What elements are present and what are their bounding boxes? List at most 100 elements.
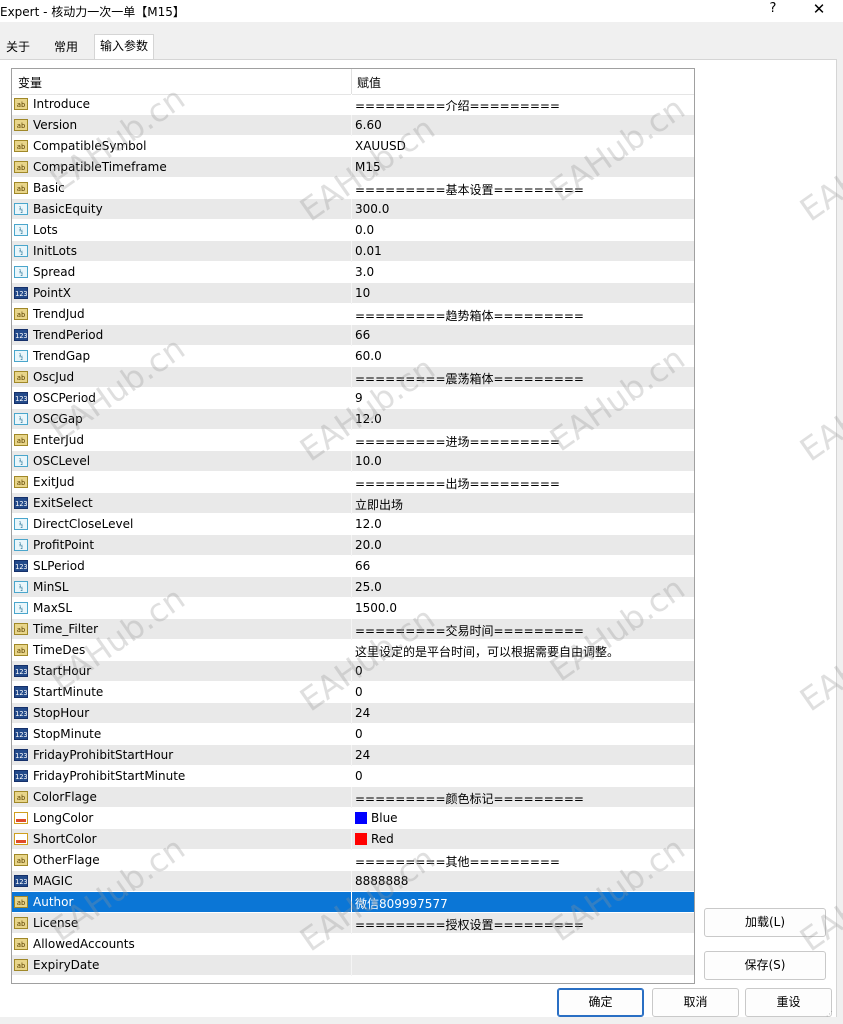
tab-about[interactable]: 关于: [1, 36, 35, 59]
table-row[interactable]: ab OscJud =========震荡箱体=========: [12, 367, 694, 388]
table-row[interactable]: LongColor Blue: [12, 808, 694, 829]
variable-value[interactable]: 24: [355, 706, 370, 720]
table-row[interactable]: 123 StopHour 24: [12, 703, 694, 724]
cancel-button[interactable]: 取消: [652, 988, 739, 1017]
table-row[interactable]: 123 PointX 10: [12, 283, 694, 304]
column-header-variable[interactable]: 变量: [18, 74, 42, 91]
table-row[interactable]: ab Author 微信809997577: [12, 892, 694, 913]
variable-value[interactable]: Blue: [355, 811, 398, 825]
variable-value[interactable]: 3.0: [355, 265, 374, 279]
table-row[interactable]: 123 FridayProhibitStartMinute 0: [12, 766, 694, 787]
table-row[interactable]: ShortColor Red: [12, 829, 694, 850]
table-row[interactable]: ½ Spread 3.0: [12, 262, 694, 283]
tab-inputs[interactable]: 输入参数: [94, 34, 155, 61]
table-row[interactable]: ab EnterJud =========进场=========: [12, 430, 694, 451]
tab-common[interactable]: 常用: [49, 36, 83, 59]
table-row[interactable]: ab AllowedAccounts: [12, 934, 694, 955]
table-row[interactable]: 123 ExitSelect 立即出场: [12, 493, 694, 514]
save-button[interactable]: 保存(S): [704, 951, 826, 980]
variable-value[interactable]: 20.0: [355, 538, 382, 552]
variable-value[interactable]: 立即出场: [355, 496, 403, 513]
variable-value[interactable]: 66: [355, 559, 370, 573]
variable-value[interactable]: 0: [355, 685, 363, 699]
variable-value[interactable]: =========基本设置=========: [355, 181, 584, 198]
variable-value[interactable]: =========趋势箱体=========: [355, 307, 584, 324]
close-button[interactable]: ✕: [810, 0, 828, 18]
table-row[interactable]: ½ MinSL 25.0: [12, 577, 694, 598]
variable-value[interactable]: 10: [355, 286, 370, 300]
variable-value[interactable]: 25.0: [355, 580, 382, 594]
variable-value[interactable]: M15: [355, 160, 381, 174]
column-header-value[interactable]: 赋值: [357, 74, 381, 91]
table-row[interactable]: 123 OSCPeriod 9: [12, 388, 694, 409]
variable-value[interactable]: 这里设定的是平台时间，可以根据需要自由调整。: [355, 643, 619, 660]
table-row[interactable]: ab Introduce =========介绍=========: [12, 94, 694, 115]
table-row[interactable]: ½ TrendGap 60.0: [12, 346, 694, 367]
variable-value[interactable]: 6.60: [355, 118, 382, 132]
table-row[interactable]: ab ExpiryDate: [12, 955, 694, 976]
variable-value[interactable]: 0: [355, 664, 363, 678]
variable-value[interactable]: 300.0: [355, 202, 389, 216]
ok-button[interactable]: 确定: [557, 988, 644, 1017]
table-row[interactable]: ab Basic =========基本设置=========: [12, 178, 694, 199]
table-row[interactable]: ½ Lots 0.0: [12, 220, 694, 241]
table-row[interactable]: ½ OSCGap 12.0: [12, 409, 694, 430]
load-button[interactable]: 加载(L): [704, 908, 826, 937]
integer-type-icon: 123: [14, 329, 28, 341]
table-row[interactable]: 123 MAGIC 8888888: [12, 871, 694, 892]
variable-value[interactable]: =========交易时间=========: [355, 622, 584, 639]
string-type-icon: ab: [14, 476, 28, 488]
table-row[interactable]: 123 StartHour 0: [12, 661, 694, 682]
variable-value[interactable]: 12.0: [355, 517, 382, 531]
table-row[interactable]: ab License =========授权设置=========: [12, 913, 694, 934]
variable-value[interactable]: 1500.0: [355, 601, 397, 615]
table-row[interactable]: ½ OSCLevel 10.0: [12, 451, 694, 472]
table-row[interactable]: ab TimeDes 这里设定的是平台时间，可以根据需要自由调整。: [12, 640, 694, 661]
table-row[interactable]: 123 FridayProhibitStartHour 24: [12, 745, 694, 766]
table-row[interactable]: 123 SLPeriod 66: [12, 556, 694, 577]
table-row[interactable]: ½ DirectCloseLevel 12.0: [12, 514, 694, 535]
variable-value[interactable]: =========介绍=========: [355, 97, 560, 114]
variable-value[interactable]: Red: [355, 832, 394, 846]
variable-value[interactable]: 10.0: [355, 454, 382, 468]
table-row[interactable]: ab ExitJud =========出场=========: [12, 472, 694, 493]
variable-value[interactable]: 9: [355, 391, 363, 405]
table-row[interactable]: ab OtherFlage =========其他=========: [12, 850, 694, 871]
table-row[interactable]: ½ MaxSL 1500.0: [12, 598, 694, 619]
parameters-table[interactable]: 变量 赋值 ab Introduce =========介绍========= ab V…: [11, 68, 695, 984]
table-row[interactable]: 123 TrendPeriod 66: [12, 325, 694, 346]
table-row[interactable]: ab ColorFlage =========颜色标记=========: [12, 787, 694, 808]
variable-value[interactable]: =========出场=========: [355, 475, 560, 492]
variable-value[interactable]: 60.0: [355, 349, 382, 363]
table-row[interactable]: ½ ProfitPoint 20.0: [12, 535, 694, 556]
table-row[interactable]: ab CompatibleSymbol XAUUSD: [12, 136, 694, 157]
variable-value[interactable]: =========颜色标记=========: [355, 790, 584, 807]
variable-value[interactable]: 66: [355, 328, 370, 342]
help-button[interactable]: ?: [765, 1, 781, 16]
variable-value[interactable]: =========震荡箱体=========: [355, 370, 584, 387]
table-row[interactable]: ab TrendJud =========趋势箱体=========: [12, 304, 694, 325]
column-divider[interactable]: [351, 69, 352, 94]
variable-value[interactable]: XAUUSD: [355, 139, 406, 153]
variable-value[interactable]: 0.01: [355, 244, 382, 258]
variable-value[interactable]: =========进场=========: [355, 433, 560, 450]
variable-value[interactable]: 0.0: [355, 223, 374, 237]
variable-value[interactable]: 0: [355, 769, 363, 783]
variable-name: OscJud: [33, 370, 75, 384]
variable-value[interactable]: 24: [355, 748, 370, 762]
variable-value[interactable]: 0: [355, 727, 363, 741]
variable-value[interactable]: =========其他=========: [355, 853, 560, 870]
variable-value[interactable]: 8888888: [355, 874, 408, 888]
table-row[interactable]: 123 StartMinute 0: [12, 682, 694, 703]
resize-grip-icon[interactable]: ⋰: [826, 1011, 836, 1022]
variable-value[interactable]: 12.0: [355, 412, 382, 426]
variable-value[interactable]: =========授权设置=========: [355, 916, 584, 933]
table-row[interactable]: ab Version 6.60: [12, 115, 694, 136]
variable-value[interactable]: 微信809997577: [355, 895, 448, 912]
table-row[interactable]: ab Time_Filter =========交易时间=========: [12, 619, 694, 640]
table-row[interactable]: ab CompatibleTimeframe M15: [12, 157, 694, 178]
table-row[interactable]: ½ InitLots 0.01: [12, 241, 694, 262]
table-row[interactable]: ½ BasicEquity 300.0: [12, 199, 694, 220]
table-row[interactable]: 123 StopMinute 0: [12, 724, 694, 745]
reset-button[interactable]: 重设: [745, 988, 832, 1017]
